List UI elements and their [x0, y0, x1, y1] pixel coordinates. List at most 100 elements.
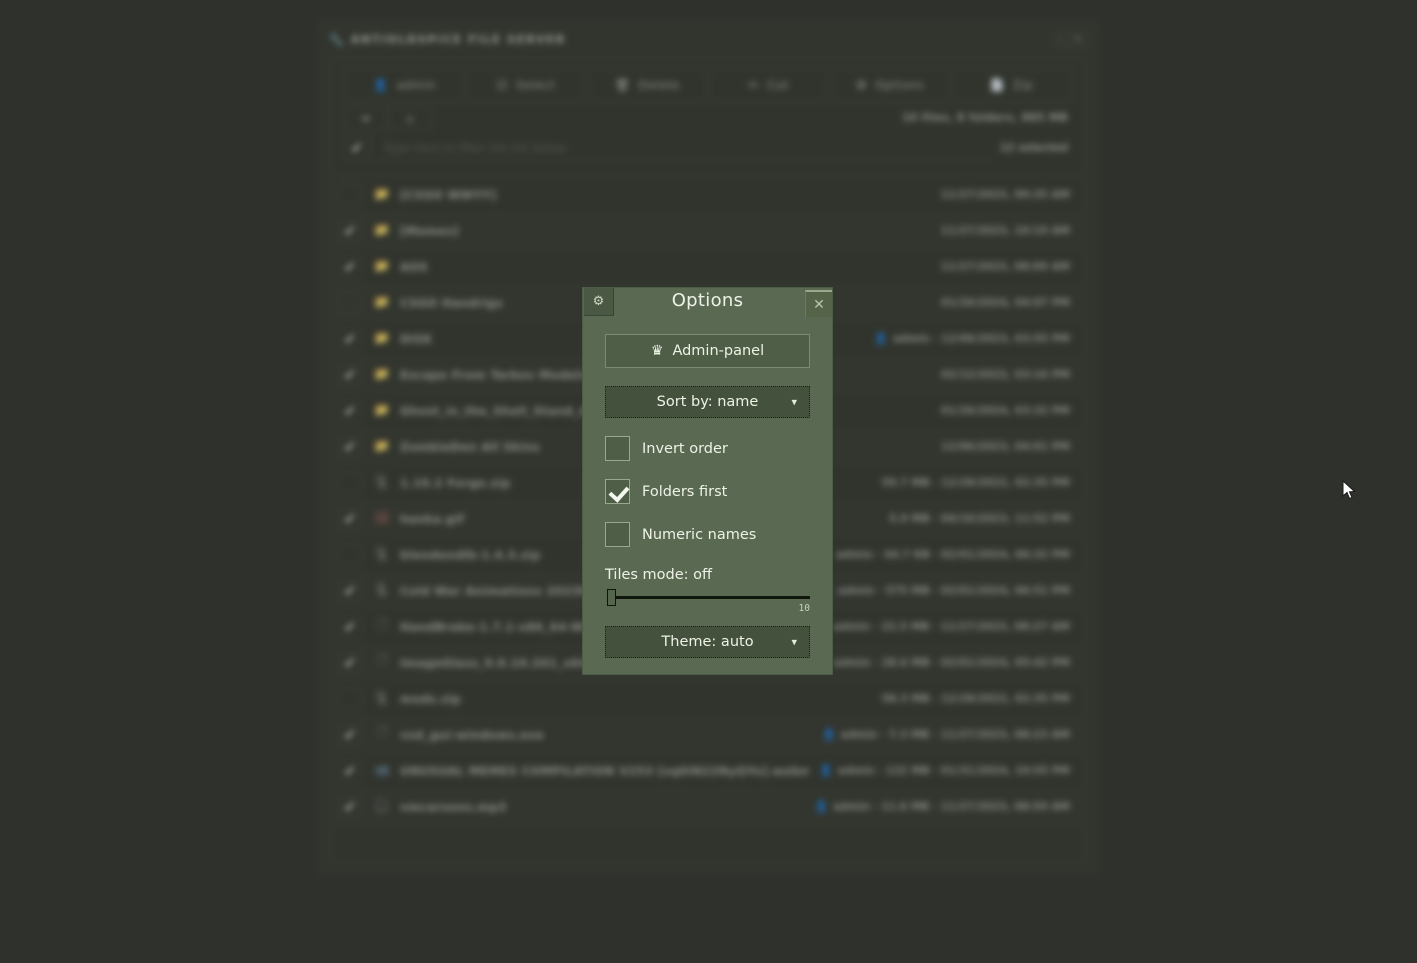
- row-checkbox[interactable]: ✔: [338, 795, 362, 818]
- row-checkbox[interactable]: ✔: [338, 471, 362, 494]
- back-arrow-icon: ⬅: [361, 111, 371, 125]
- invert-order-checkbox[interactable]: [605, 436, 630, 461]
- file-meta-text: admin · 122 MB · 01/31/2024, 10:55 PM: [837, 764, 1070, 777]
- image-icon: 🖼: [373, 511, 391, 526]
- table-row[interactable]: ✔ 🗋 vsd_gui-windows.exe 👤 admin · 7.3 MB · 1…: [332, 717, 1084, 753]
- file-meta: 02/12/2022, 03:16 PM: [931, 369, 1070, 381]
- checkbox-row-numeric-names[interactable]: Numeric names: [605, 522, 810, 547]
- toolbar-button-label: Select: [516, 78, 556, 92]
- file-name: Cold War Animations 2023M: [400, 583, 592, 598]
- toolbar-panel: 👤 admin ☑ Select 🗑 Delete ✂ Cut ⚙ Option…: [331, 59, 1085, 170]
- folder-icon: 📁: [373, 187, 391, 202]
- file-meta-text: admin · 28.6 MB · 02/01/2024, 05:42 PM: [833, 656, 1070, 669]
- toolbar-button-admin[interactable]: 👤 admin: [344, 68, 466, 102]
- row-checkbox[interactable]: ✔: [338, 183, 362, 206]
- row-checkbox[interactable]: ✔: [338, 435, 362, 458]
- file-name: Escape From Tarkov Models: [400, 367, 588, 382]
- file-meta: 👤 admin · 12/06/2023, 03:55 PM: [864, 332, 1070, 345]
- file-name: DISK: [400, 331, 433, 346]
- invert-order-label: Invert order: [642, 440, 728, 457]
- file-meta: 👤 admin · 122 MB · 01/31/2024, 10:55 PM: [809, 764, 1070, 777]
- file-meta: 5.9 MB · 04/16/2023, 11:52 PM: [879, 513, 1070, 525]
- file-meta-text: 02/12/2022, 03:16 PM: [941, 368, 1070, 381]
- theme-label: Theme: auto: [661, 634, 754, 650]
- row-checkbox[interactable]: ✔: [338, 579, 362, 602]
- back-button[interactable]: ⬅: [344, 106, 388, 130]
- row-checkbox[interactable]: ✔: [338, 399, 362, 422]
- file-meta-text: 58.3 MB · 12/28/2022, 02:35 PM: [881, 692, 1070, 705]
- file-meta-text: 11/27/2023, 09:35 AM: [940, 188, 1070, 201]
- toolbar-button-label: Zip: [1012, 78, 1034, 92]
- file-meta: 01/26/2024, 03:32 PM: [931, 405, 1070, 417]
- toolbar-button-zip[interactable]: 📄 Zip: [950, 68, 1072, 102]
- select-all-checkbox[interactable]: ✔: [344, 136, 370, 160]
- admin-panel-button[interactable]: ♛ Admin-panel: [605, 334, 810, 368]
- row-checkbox[interactable]: ✔: [338, 723, 362, 746]
- file-icon: 🗋: [376, 617, 388, 633]
- toolbar-button-select[interactable]: ☑ Select: [465, 68, 587, 102]
- crown-icon: ♛: [650, 343, 664, 359]
- file-meta-text: admin · 44.7 KB · 02/01/2024, 06:32 PM: [836, 548, 1070, 561]
- close-icon[interactable]: ✕: [805, 290, 832, 317]
- row-checkbox[interactable]: ✔: [338, 255, 362, 278]
- checkbox-row-folders-first[interactable]: Folders first: [605, 479, 810, 504]
- table-row[interactable]: ✔ 📁 AOS 11/27/2023, 08:09 AM: [332, 249, 1084, 285]
- user-icon: 👤: [814, 800, 829, 813]
- file-name: ZombieDen All Skins: [400, 439, 541, 454]
- folders-first-checkbox[interactable]: [605, 479, 630, 504]
- close-window-button[interactable]: ✕: [1072, 33, 1087, 47]
- file-name: vsd_gui-windows.exe: [400, 727, 544, 742]
- file-meta-text: 59.7 MB · 12/28/2022, 02:35 PM: [881, 476, 1070, 489]
- sort-by-label: Sort by: name: [656, 394, 759, 410]
- headphone-icon: 🎧: [373, 799, 391, 814]
- row-checkbox[interactable]: ✔: [338, 291, 362, 314]
- row-checkbox[interactable]: ✔: [338, 651, 362, 674]
- row-checkbox[interactable]: ✔: [338, 363, 362, 386]
- numeric-names-checkbox[interactable]: [605, 522, 630, 547]
- file-meta: 11/27/2023, 09:35 AM: [931, 189, 1070, 201]
- file-meta: 👤admin · 575 MB · 02/01/2024, 06:51 PM: [809, 584, 1070, 597]
- tiles-mode-slider[interactable]: 10: [605, 589, 810, 614]
- home-button[interactable]: ⌂: [388, 106, 432, 130]
- row-checkbox[interactable]: ✔: [338, 507, 362, 530]
- toolbar-button-label: Cut: [767, 78, 789, 92]
- admin-panel-label: Admin-panel: [672, 343, 765, 359]
- table-row[interactable]: ✔ 📁 [CSGO WWYY] 11/27/2023, 09:35 AM: [332, 177, 1084, 213]
- row-checkbox[interactable]: ✔: [338, 615, 362, 638]
- row-checkbox[interactable]: ✔: [338, 759, 362, 782]
- user-icon: 👤: [821, 728, 836, 741]
- toolbar-button-delete[interactable]: 🗑 Delete: [586, 68, 708, 102]
- file-name: hanka.gif: [400, 511, 465, 526]
- folders-first-label: Folders first: [642, 483, 728, 500]
- filter-input[interactable]: Type here to filter the list below: [376, 136, 994, 160]
- minimize-button[interactable]: –: [1054, 33, 1069, 47]
- folder-icon: 📁: [373, 403, 391, 418]
- file-meta-text: admin · 22.5 MB · 11/27/2023, 08:27 AM: [833, 620, 1070, 633]
- toolbar: 👤 admin ☑ Select 🗑 Delete ✂ Cut ⚙ Option…: [332, 60, 1084, 102]
- row-checkbox[interactable]: ✔: [338, 543, 362, 566]
- folder-icon: 📁: [373, 331, 391, 346]
- table-row[interactable]: ✔ 🎧 vmcarsons.mp3 👤 admin · 11.6 MB · 11/27/…: [332, 789, 1084, 825]
- table-row[interactable]: ✔ 📁 [Memes] 11/27/2023, 10:19 AM: [332, 213, 1084, 249]
- sort-by-select[interactable]: Sort by: name ▾: [605, 386, 810, 418]
- folder-icon: 📁: [373, 439, 391, 454]
- file-name: HandBrake-1.7.1-x86_64-Win: [400, 619, 597, 634]
- toolbar-button-cut[interactable]: ✂ Cut: [707, 68, 830, 102]
- scissors-icon: ✂: [748, 78, 760, 92]
- table-row[interactable]: ✔ 🗜 mods.zip 58.3 MB · 12/28/2022, 02:35 PM: [332, 681, 1084, 717]
- file-meta: 58.3 MB · 12/28/2022, 02:35 PM: [872, 693, 1070, 705]
- chevron-down-icon: ▾: [791, 635, 797, 649]
- theme-select[interactable]: Theme: auto ▾: [605, 626, 810, 658]
- slider-thumb[interactable]: [607, 589, 616, 606]
- dialog-title: Options: [671, 290, 744, 311]
- toolbar-button-label: admin: [396, 78, 436, 92]
- row-checkbox[interactable]: ✔: [338, 327, 362, 350]
- chevron-down-icon: ▾: [791, 395, 797, 409]
- toolbar-button-options[interactable]: ⚙ Options: [829, 68, 951, 102]
- folder-icon: 📁: [373, 295, 391, 310]
- file-meta-text: admin · 12/06/2023, 03:55 PM: [893, 332, 1070, 345]
- row-checkbox[interactable]: ✔: [338, 219, 362, 242]
- table-row[interactable]: ✔ 📹 UNUSUAL MEMES COMPILATION V253 [sq0iN2…: [332, 753, 1084, 789]
- row-checkbox[interactable]: ✔: [338, 687, 362, 710]
- checkbox-row-invert-order[interactable]: Invert order: [605, 436, 810, 461]
